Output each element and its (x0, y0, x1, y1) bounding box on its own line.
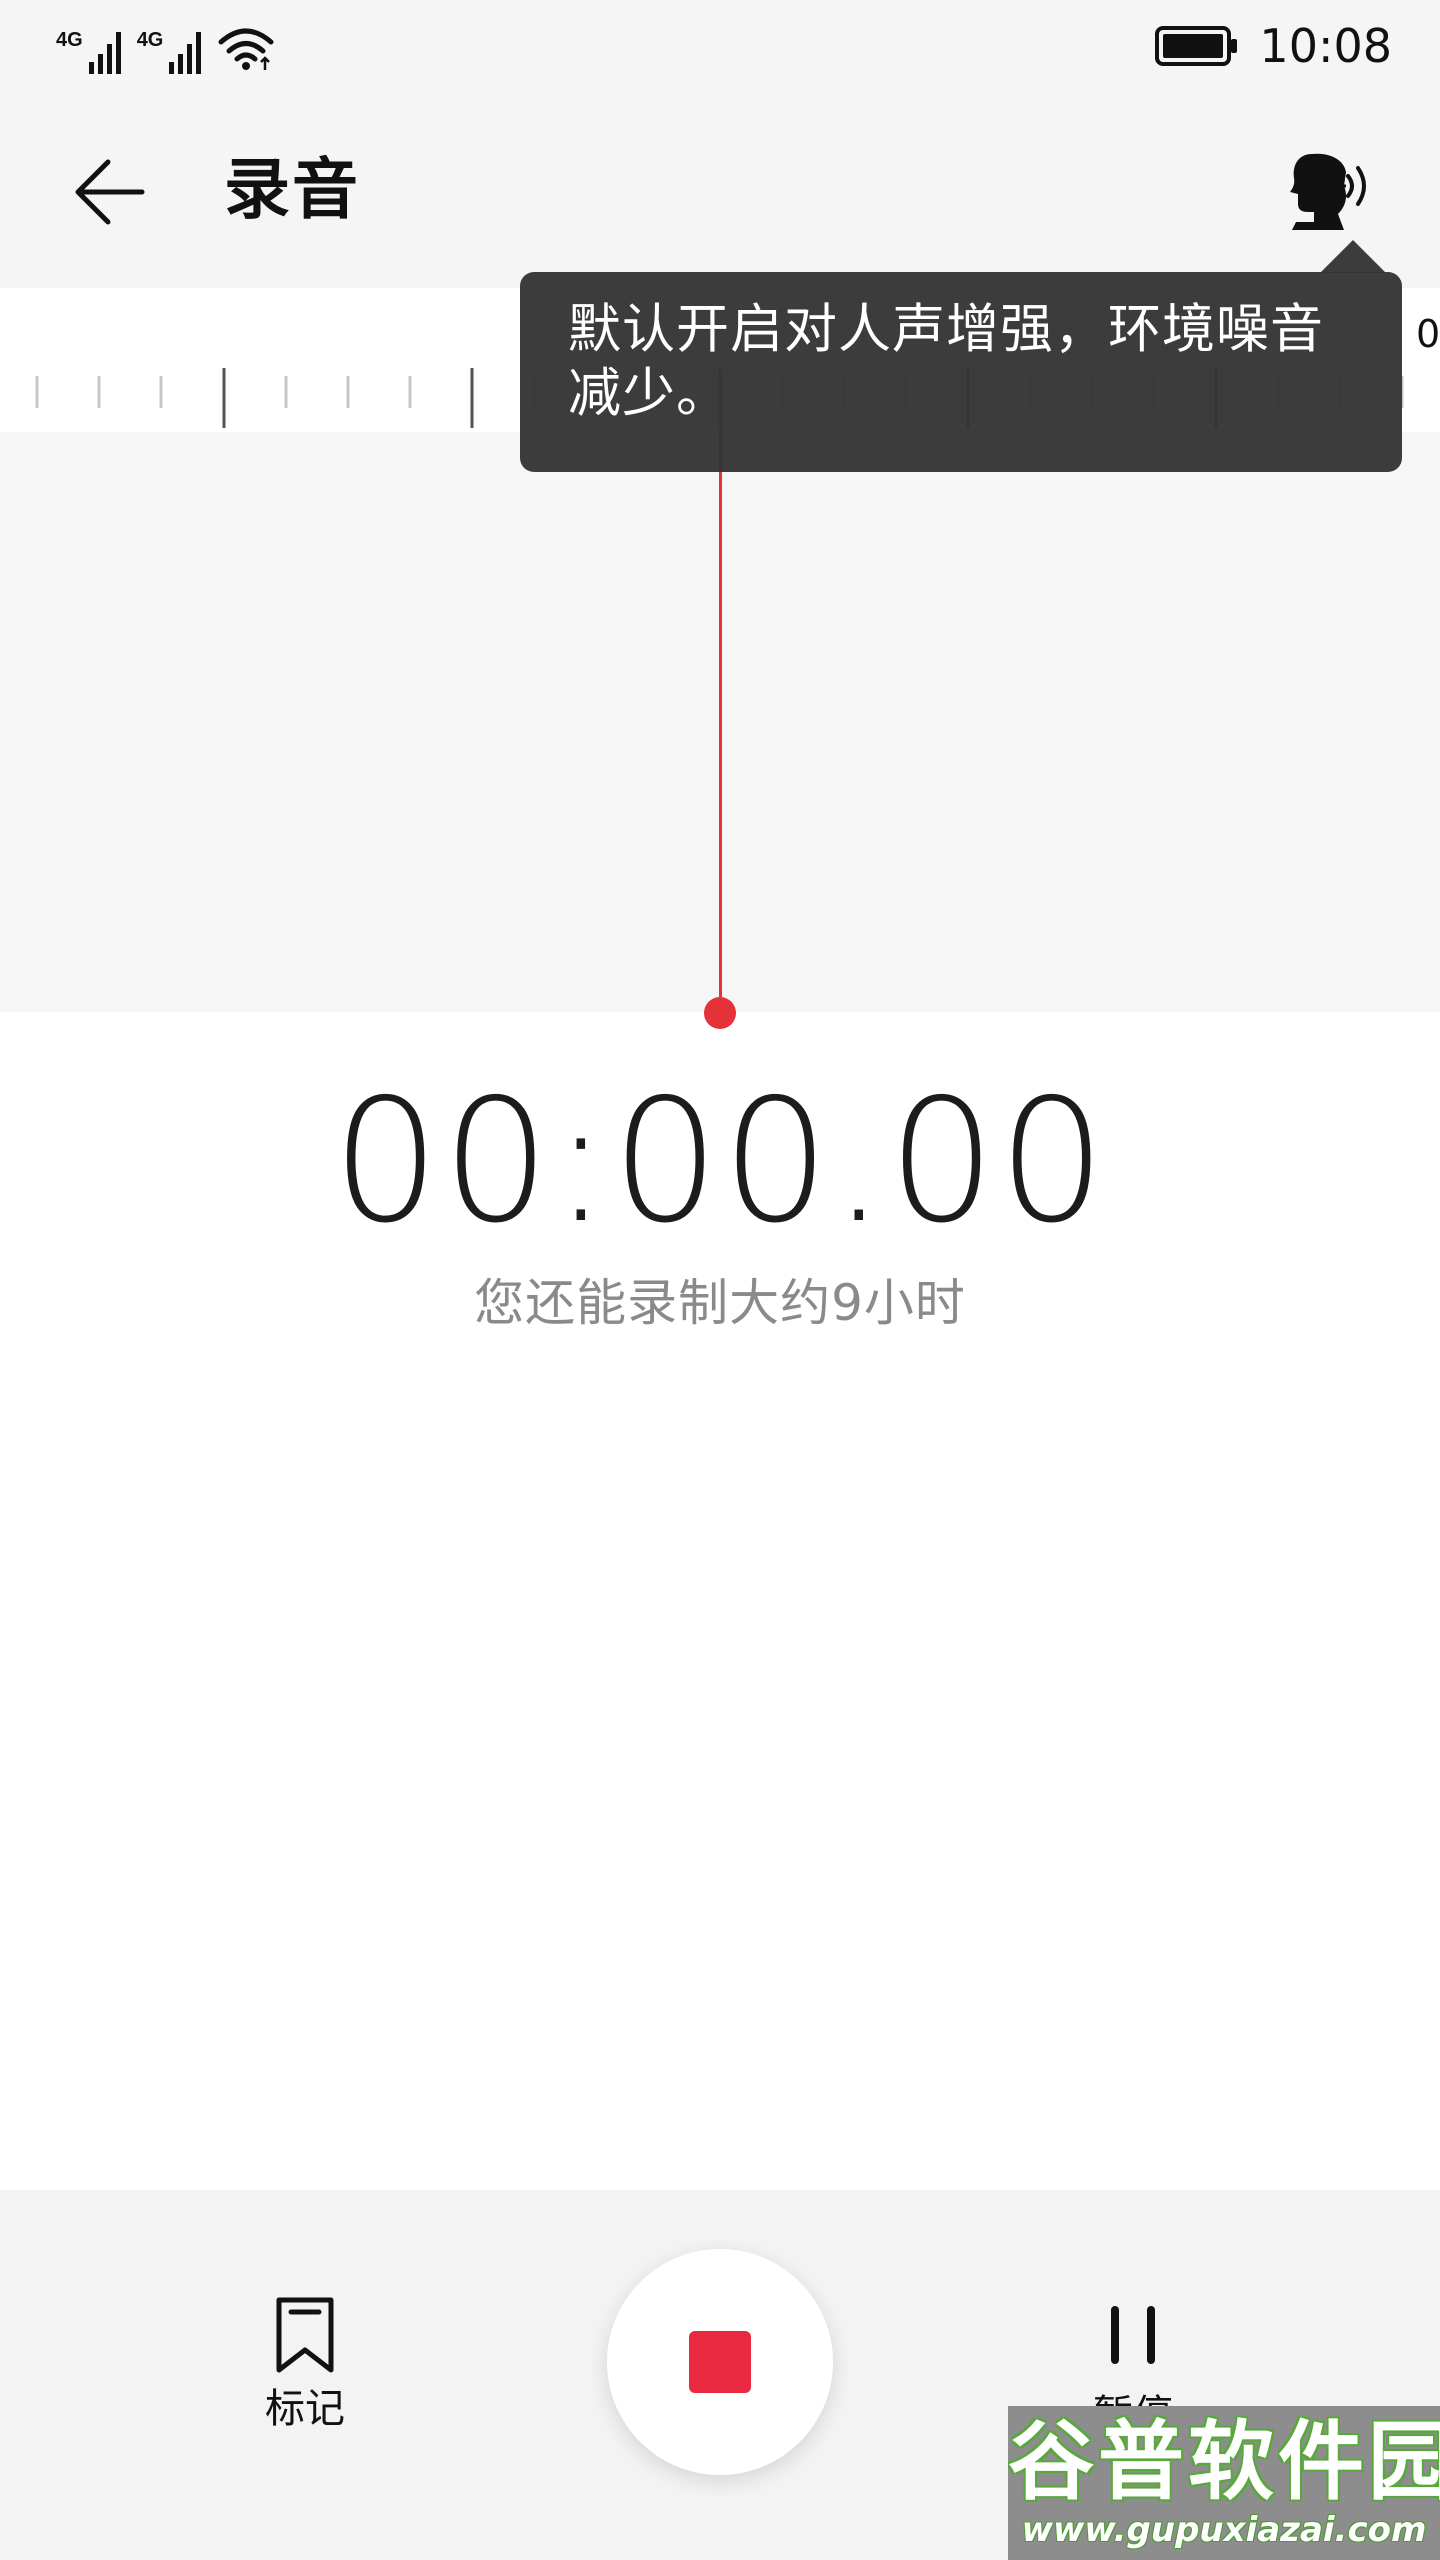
watermark-title: 谷普软件园 (1008, 2412, 1440, 2512)
watermark-url: www.gupuxiazai.com (1021, 2510, 1427, 2550)
recorder-screen: 4G 4G 10:08 录音 0 默认开启对人声增强，环境噪音减少。 00:00… (0, 0, 1440, 2560)
back-button[interactable] (62, 148, 154, 240)
stop-button[interactable] (607, 2249, 833, 2475)
remaining-time-text: 您还能录制大约9小时 (474, 1274, 966, 1332)
tooltip-arrow (1320, 240, 1386, 273)
network-1-label: 4G (56, 29, 83, 51)
voice-enhance-icon (1286, 150, 1378, 234)
stop-icon (689, 2331, 751, 2393)
playhead-dot (704, 997, 736, 1029)
mark-label: 标记 (265, 2386, 345, 2432)
voice-enhance-button[interactable] (1278, 144, 1386, 240)
bookmark-icon (273, 2296, 337, 2378)
arrow-left-icon (68, 152, 148, 236)
site-watermark: 谷普软件园 www.gupuxiazai.com (1008, 2406, 1440, 2560)
mark-button[interactable]: 标记 (220, 2286, 390, 2456)
battery-full-icon (1155, 26, 1239, 66)
ruler-time-label: 00 (1416, 312, 1440, 356)
app-bar: 录音 (0, 92, 1440, 288)
network-2-label: 4G (136, 29, 164, 51)
wifi-icon (217, 26, 275, 74)
recording-timer: 00:00.00 (331, 1063, 1109, 1261)
tooltip-text: 默认开启对人声增强，环境噪音减少。 (568, 299, 1324, 424)
page-title: 录音 (224, 151, 360, 228)
status-bar: 4G 4G 10:08 (0, 0, 1440, 92)
voice-enhance-tooltip[interactable]: 默认开启对人声增强，环境噪音减少。 (520, 272, 1402, 472)
status-left: 4G 4G (56, 18, 275, 74)
status-time: 10:08 (1259, 19, 1392, 73)
signal-bars-icon (169, 28, 203, 74)
status-right: 10:08 (1155, 16, 1392, 76)
network-2: 4G (137, 28, 204, 74)
signal-bars-icon (88, 28, 123, 74)
pause-icon (1107, 2304, 1159, 2370)
network-1: 4G (56, 28, 123, 74)
